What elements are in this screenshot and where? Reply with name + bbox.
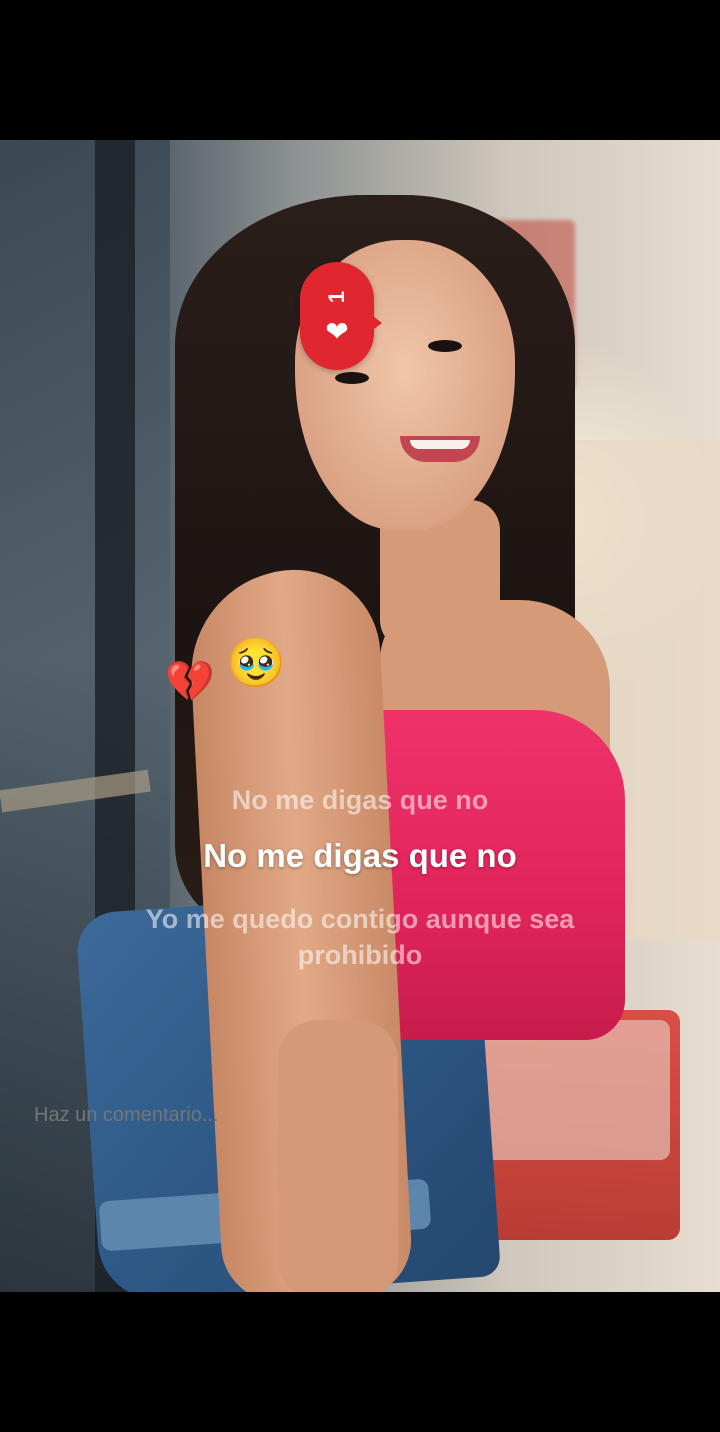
broken-heart-emoji: 💔 xyxy=(165,660,215,704)
lyric-next-line: Yo me quedo contigo aunque sea prohibido xyxy=(0,901,720,973)
top-black-bar xyxy=(0,0,720,140)
person-eye-right xyxy=(428,340,462,352)
person-teeth xyxy=(410,440,470,449)
lyric-current-line: No me digas que no xyxy=(203,837,517,874)
person-eye-left xyxy=(335,372,369,384)
person-forearm xyxy=(278,1020,398,1292)
lyric-next-text: Yo me quedo contigo aunque sea prohibido xyxy=(145,904,575,970)
comment-input[interactable] xyxy=(34,1104,434,1127)
bottom-black-bar xyxy=(0,1292,720,1432)
like-reaction-bubble[interactable]: 1 ❤ xyxy=(300,262,382,370)
pleading-face-emoji: 🥹 xyxy=(226,637,286,690)
heart-icon: ❤ xyxy=(325,316,349,347)
lyric-previous-line: No me digas que no xyxy=(231,785,489,815)
like-count: 1 xyxy=(324,290,349,304)
